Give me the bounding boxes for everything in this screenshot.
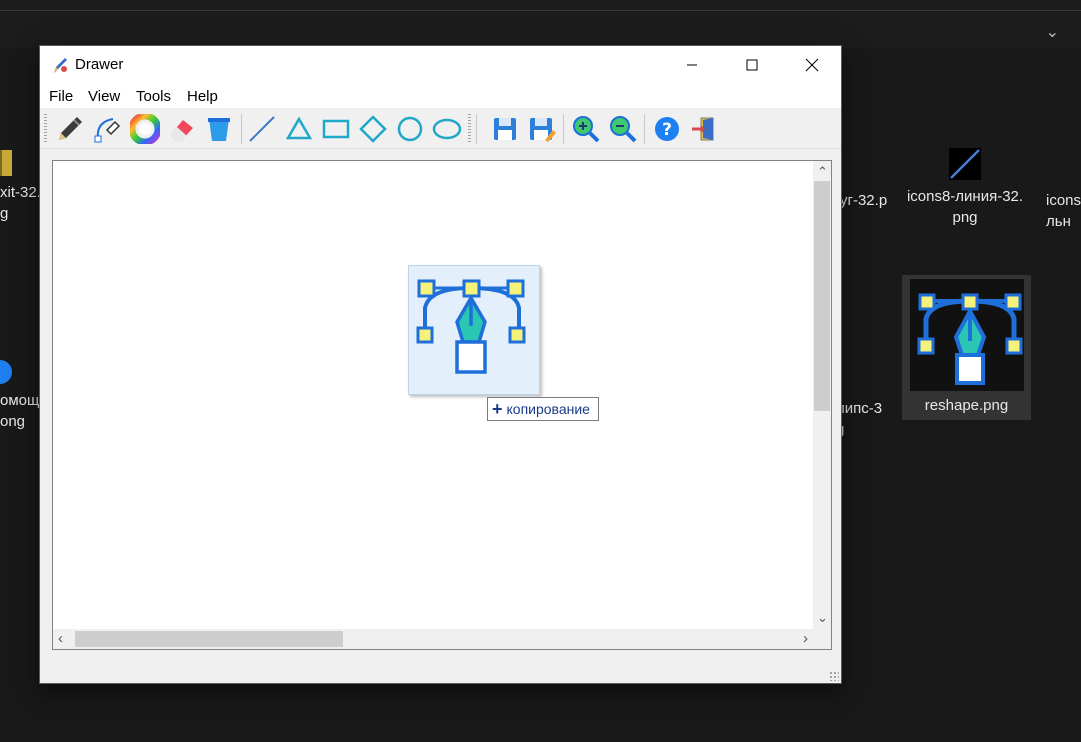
chevron-down-icon[interactable]: ⌄ <box>1046 22 1059 42</box>
desktop-file-ellipse[interactable]: липс-3 g <box>836 398 882 440</box>
save-button[interactable] <box>488 112 522 146</box>
save-as-icon <box>530 118 556 142</box>
menu-help[interactable]: Help <box>187 88 218 105</box>
toolbar-grip[interactable] <box>44 114 47 144</box>
file-label: icons льн <box>1046 192 1081 230</box>
line-tool-button[interactable] <box>245 112 279 146</box>
toolbar-separator <box>563 114 564 144</box>
desktop-file-help[interactable]: омощ ong <box>0 360 44 432</box>
vertical-scrollbar[interactable]: ⌃ ⌄ <box>813 161 831 629</box>
file-thumbnail <box>0 150 12 176</box>
bezier-pen-icon <box>94 118 121 143</box>
explorer-address-bar: ⌄ <box>0 0 1081 48</box>
toolbar-grip[interactable] <box>468 114 471 144</box>
eraser-tool-button[interactable] <box>165 112 199 146</box>
rectangle-tool-button[interactable] <box>319 112 353 146</box>
horizontal-scroll-thumb[interactable] <box>75 631 343 647</box>
horizontal-scrollbar[interactable]: ‹ › <box>53 629 813 649</box>
drag-preview-image <box>408 265 540 395</box>
help-icon <box>0 360 12 384</box>
scroll-down-arrow[interactable]: ⌄ <box>817 611 828 625</box>
toolbar-separator <box>241 114 242 144</box>
fill-tool-button[interactable] <box>202 112 236 146</box>
file-label: омощ ong <box>0 392 40 430</box>
file-label: reshape.png <box>924 397 1009 414</box>
app-icon <box>50 55 70 75</box>
ellipse-tool-button[interactable] <box>430 112 464 146</box>
reshape-icon <box>416 279 526 374</box>
desktop-file-icons[interactable]: icons льн <box>1046 190 1081 232</box>
exit-icon <box>692 117 714 141</box>
zoom-in-button[interactable] <box>569 112 603 146</box>
save-icon <box>494 118 516 140</box>
pencil-icon <box>59 117 82 140</box>
toolbar-separator <box>644 114 645 144</box>
tooltip-label: копирование <box>506 401 590 417</box>
plus-icon: + <box>492 399 503 419</box>
eraser-icon <box>171 120 193 141</box>
file-label: icons8-линия-32. png <box>906 188 1024 226</box>
reshape-icon <box>909 279 1024 391</box>
color-wheel-icon <box>130 114 160 144</box>
zoom-out-icon <box>610 116 637 143</box>
drawer-window: Drawer File View Tools Help ? + копирова… <box>40 46 841 683</box>
color-picker-button[interactable] <box>128 112 162 146</box>
pencil-tool-button[interactable] <box>53 112 87 146</box>
line-icon <box>949 148 981 180</box>
file-label: уг-32.p <box>840 192 888 209</box>
diamond-icon <box>359 115 387 143</box>
bezier-tool-button[interactable] <box>91 112 125 146</box>
desktop-file-line[interactable]: icons8-линия-32. png <box>900 148 1030 228</box>
menu-bar: File View Tools Help <box>40 84 841 108</box>
maximize-button[interactable] <box>729 46 775 84</box>
toolbar-separator <box>476 114 477 144</box>
zoom-in-icon <box>573 116 600 143</box>
zoom-out-button[interactable] <box>606 112 640 146</box>
help-button[interactable]: ? <box>650 112 684 146</box>
bucket-icon <box>208 118 230 141</box>
diamond-tool-button[interactable] <box>356 112 390 146</box>
scroll-right-arrow[interactable]: › <box>803 631 808 646</box>
desktop-file-reshape[interactable]: reshape.png <box>902 275 1031 420</box>
file-label: xit-32. g <box>0 184 41 222</box>
circle-tool-button[interactable] <box>393 112 427 146</box>
toolbar: ? <box>40 110 841 149</box>
desktop-file-triangle[interactable]: уг-32.p <box>840 190 887 211</box>
drag-copy-tooltip: + копирование <box>487 397 599 421</box>
circle-icon <box>397 116 423 142</box>
file-label: липс-3 g <box>836 400 883 438</box>
title-bar[interactable]: Drawer <box>40 46 841 84</box>
vertical-scroll-thumb[interactable] <box>814 181 830 411</box>
resize-grip[interactable] <box>829 671 839 681</box>
menu-tools[interactable]: Tools <box>136 88 171 105</box>
triangle-icon <box>285 116 313 140</box>
ellipse-icon <box>432 118 462 140</box>
rectangle-icon <box>322 119 350 139</box>
exit-button[interactable] <box>687 112 721 146</box>
scroll-up-arrow[interactable]: ⌃ <box>817 165 828 179</box>
drawing-canvas[interactable]: + копирование ⌃ ⌄ ‹ › <box>52 160 832 650</box>
scroll-left-arrow[interactable]: ‹ <box>58 631 63 646</box>
desktop-file-exit[interactable]: xit-32. g <box>0 150 44 224</box>
svg-text:?: ? <box>662 120 672 140</box>
help-icon: ? <box>655 117 679 141</box>
minimize-button[interactable] <box>669 46 715 84</box>
triangle-tool-button[interactable] <box>282 112 316 146</box>
window-title: Drawer <box>75 56 124 73</box>
line-icon <box>249 116 275 142</box>
close-button[interactable] <box>789 46 835 84</box>
menu-view[interactable]: View <box>88 88 120 105</box>
save-as-button[interactable] <box>525 112 559 146</box>
menu-file[interactable]: File <box>49 88 73 105</box>
scrollbar-corner <box>813 629 831 649</box>
explorer-divider <box>0 10 1081 11</box>
